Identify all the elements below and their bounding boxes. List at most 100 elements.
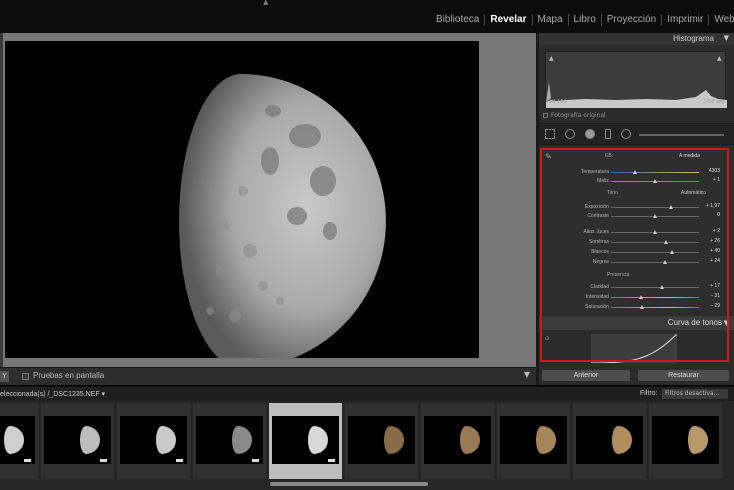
slider-knob[interactable]	[633, 170, 638, 174]
slider-value[interactable]: + 40	[710, 248, 720, 254]
spot-removal-icon[interactable]	[565, 129, 575, 139]
slider-knob[interactable]	[640, 305, 645, 309]
slider-label: Saturación	[585, 304, 609, 310]
edited-badge-icon	[23, 458, 32, 463]
slider-label: Temperatura	[580, 169, 609, 175]
filmstrip	[0, 401, 734, 490]
edited-badge-icon	[175, 458, 184, 463]
slider-saturacion[interactable]: Saturación – 29	[539, 302, 734, 312]
slider-matiz[interactable]: Matiz + 1	[539, 176, 734, 186]
graduated-filter-icon[interactable]	[605, 129, 611, 139]
filmstrip-thumbnail[interactable]	[117, 403, 190, 479]
slider-value[interactable]: – 29	[710, 303, 720, 309]
filmstrip-thumbnail[interactable]	[193, 403, 266, 479]
slider-blancos[interactable]: Blancos + 40	[539, 247, 734, 257]
slider-contraste[interactable]: Contraste 0	[539, 211, 734, 221]
module-mapa[interactable]: Mapa	[533, 14, 569, 26]
filmstrip-thumbnail[interactable]	[0, 403, 38, 479]
target-adjust-icon[interactable]: ⊙	[545, 336, 549, 342]
slider-label: Blancos	[591, 249, 609, 255]
thumbnail-moon	[308, 426, 328, 454]
thumbnail-image	[44, 416, 111, 464]
module-revelar[interactable]: Revelar	[485, 14, 533, 26]
slider-label: Intensidad	[585, 294, 609, 300]
filmstrip-thumbnail[interactable]	[649, 403, 722, 479]
slider-label: Claridad	[590, 284, 609, 290]
slider-knob[interactable]	[663, 240, 668, 244]
selection-info[interactable]: eleccionada(s) /_DSC1235.NEF ▾	[0, 390, 105, 398]
histogram-header[interactable]: Histograma ▼	[539, 33, 734, 45]
proof-checkbox[interactable]	[22, 373, 29, 380]
slider-value[interactable]: + 24	[710, 258, 720, 264]
thumbnail-image	[120, 416, 187, 464]
slider-value[interactable]: – 31	[710, 293, 720, 299]
module-imprimir[interactable]: Imprimir	[662, 14, 710, 26]
brush-slider[interactable]	[639, 134, 724, 136]
slider-value[interactable]: 0	[717, 212, 720, 218]
collapse-icon[interactable]: ▼	[724, 319, 729, 327]
module-biblioteca[interactable]: Biblioteca	[436, 14, 486, 26]
module-proyeccion[interactable]: Proyección	[602, 14, 663, 26]
info-dash-2: –	[656, 99, 660, 105]
thumbnail-image	[0, 416, 35, 464]
svg-text:▲: ▲	[549, 55, 554, 62]
thumbnail-image	[272, 416, 339, 464]
slider-claridad[interactable]: Claridad + 17	[539, 282, 734, 292]
tone-curve-header[interactable]: Curva de tonos ▼	[539, 316, 734, 330]
slider-value[interactable]: + 17	[710, 283, 720, 289]
toolbar-menu-icon[interactable]: ▼	[524, 370, 530, 379]
thumbnail-moon	[80, 426, 100, 454]
module-web[interactable]: Web	[709, 14, 734, 26]
filter-select[interactable]: Filtros desactiva...	[662, 389, 728, 399]
eyedropper-icon[interactable]: ✎	[545, 152, 552, 161]
view-mode-button[interactable]: Y	[0, 371, 9, 382]
slider-value[interactable]: + 26	[710, 238, 720, 244]
radial-filter-icon[interactable]	[621, 129, 631, 139]
filmstrip-thumbnail[interactable]	[41, 403, 114, 479]
crop-tool-icon[interactable]	[545, 129, 555, 139]
previous-button[interactable]: Anterior	[542, 370, 630, 381]
collapse-icon[interactable]: ▼	[724, 34, 729, 42]
presence-section-label: Presencia	[607, 272, 630, 278]
slider-label: Matiz	[597, 178, 609, 184]
filmstrip-thumbnail[interactable]	[421, 403, 494, 479]
svg-text:▲: ▲	[717, 55, 722, 62]
slider-knob[interactable]	[659, 285, 664, 289]
slider-intensidad[interactable]: Intensidad – 31	[539, 292, 734, 302]
thumbnail-moon	[612, 426, 632, 454]
slider-value[interactable]: + 1,97	[706, 203, 720, 209]
thumbnail-image	[500, 416, 567, 464]
original-photo-checkbox[interactable]	[543, 113, 548, 118]
slider-knob[interactable]	[663, 260, 668, 264]
wb-select[interactable]: A medida	[679, 153, 700, 159]
slider-knob[interactable]	[670, 250, 675, 254]
filmstrip-thumbnail[interactable]	[269, 403, 342, 479]
reset-button[interactable]: Restaurar	[638, 370, 729, 381]
module-libro[interactable]: Libro	[569, 14, 602, 26]
slider-knob[interactable]	[669, 205, 674, 209]
filmstrip-thumbnail[interactable]	[345, 403, 418, 479]
thumbnail-moon	[156, 426, 176, 454]
slider-value[interactable]: + 1	[713, 177, 720, 183]
filmstrip-scrollbar[interactable]	[270, 482, 428, 486]
slider-negros[interactable]: Negros + 24	[539, 257, 734, 267]
original-photo-toggle[interactable]: Fotografía original	[543, 112, 606, 119]
filmstrip-thumbnail[interactable]	[573, 403, 646, 479]
slider-knob[interactable]	[653, 230, 658, 234]
slider-label: Exposición	[584, 204, 609, 210]
auto-tone-button[interactable]: Automático	[681, 190, 706, 196]
slider-value[interactable]: + 2	[713, 228, 720, 234]
slider-altas-luces[interactable]: Altas. luces + 2	[539, 227, 734, 237]
red-eye-icon[interactable]	[585, 129, 595, 139]
slider-value[interactable]: 4303	[709, 168, 720, 174]
slider-knob[interactable]	[652, 214, 657, 218]
filmstrip-thumbnail[interactable]	[497, 403, 570, 479]
slider-sombras[interactable]: Sombras + 26	[539, 237, 734, 247]
collapse-top-panel-icon[interactable]: ▲	[263, 0, 268, 6]
slider-track	[611, 214, 699, 218]
slider-knob[interactable]	[639, 295, 644, 299]
image-viewport[interactable]	[3, 33, 536, 367]
tone-curve-graph[interactable]	[590, 333, 678, 364]
slider-knob[interactable]	[653, 179, 658, 183]
thumbnail-moon	[232, 426, 252, 454]
